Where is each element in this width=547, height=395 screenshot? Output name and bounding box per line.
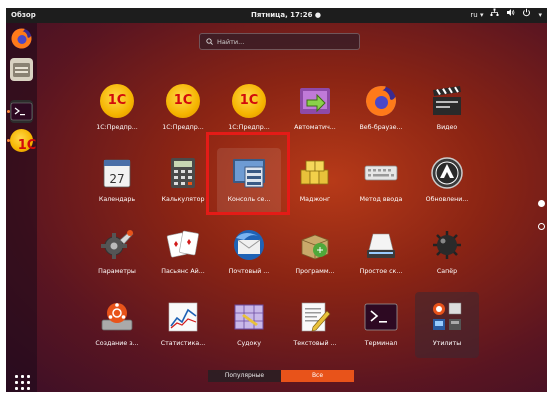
1c-icon <box>100 84 134 118</box>
app-utilities-folder[interactable]: Утилиты <box>415 292 479 358</box>
app-sudoku[interactable]: Судоку <box>217 292 281 358</box>
app-web-browser[interactable]: Веб-браузе... <box>349 76 413 142</box>
app-label: Текстовый ... <box>293 340 337 347</box>
top-bar: Обзор Пятница, 17:26 ● ru ▾ ▾ <box>6 8 547 23</box>
power-icon <box>522 8 531 23</box>
app-automation[interactable]: Автоматич... <box>283 76 347 142</box>
dock-files[interactable] <box>10 58 33 81</box>
app-label: Календарь <box>98 196 136 203</box>
automation-icon <box>300 88 330 114</box>
app-mines[interactable]: Сапёр <box>415 220 479 286</box>
app-startup-disk-creator[interactable]: Создание з... <box>85 292 149 358</box>
app-label: 1С:Предпр... <box>96 124 138 131</box>
app-label: Маджонг <box>299 196 331 203</box>
mines-icon <box>433 231 461 259</box>
running-indicator <box>7 110 10 113</box>
search-icon <box>206 38 213 45</box>
app-calendar[interactable]: 27 Календарь <box>85 148 149 214</box>
app-software[interactable]: Программ... <box>283 220 347 286</box>
app-label: 1С:Предпр... <box>228 124 270 131</box>
calendar-day: 27 <box>109 172 125 186</box>
tab-all[interactable]: Все <box>281 370 354 382</box>
app-terminal[interactable]: Терминал <box>349 292 413 358</box>
firefox-icon <box>11 28 32 49</box>
app-view-switcher: Популярные Все <box>208 370 354 382</box>
app-input-method[interactable]: Метод ввода <box>349 148 413 214</box>
dock-1c[interactable] <box>10 129 44 153</box>
app-label: Сапёр <box>436 268 458 275</box>
update-icon <box>431 157 463 189</box>
terminal-icon <box>10 102 33 121</box>
app-label: Метод ввода <box>359 196 403 203</box>
app-label: Почтовый ... <box>228 268 270 275</box>
app-label: Параметры <box>98 268 136 275</box>
search-box[interactable] <box>199 33 360 50</box>
app-1c-1[interactable]: 1С:Предпр... <box>85 76 149 142</box>
highlight-box <box>206 132 290 215</box>
app-label: Статистика... <box>160 340 206 347</box>
app-label: Видео <box>436 124 458 131</box>
desktop: Обзор Пятница, 17:26 ● ru ▾ ▾ 1С Найти..… <box>6 8 547 392</box>
app-text-editor[interactable]: Текстовый ... <box>283 292 347 358</box>
settings-icon <box>101 230 134 259</box>
tab-frequent[interactable]: Популярные <box>208 370 281 382</box>
app-label: Терминал <box>364 340 398 347</box>
app-software-updater[interactable]: Обновлени... <box>415 148 479 214</box>
dock-terminal[interactable] <box>10 100 33 123</box>
dock <box>6 23 44 392</box>
files-icon <box>13 63 30 77</box>
1c-icon <box>232 84 266 118</box>
scanner-icon <box>367 233 395 258</box>
app-label: Простое ск... <box>359 268 403 275</box>
page-indicator-active[interactable] <box>538 200 545 207</box>
keyboard-icon <box>364 165 398 181</box>
activities-button[interactable]: Обзор <box>11 8 36 23</box>
cards-icon <box>166 230 199 258</box>
clock[interactable]: Пятница, 17:26 ● <box>236 8 336 23</box>
volume-icon <box>506 8 515 23</box>
software-icon <box>301 234 329 260</box>
app-label: Судоку <box>237 340 261 347</box>
app-settings[interactable]: Параметры <box>85 220 149 286</box>
app-label: Автоматич... <box>294 124 336 131</box>
system-tray[interactable]: ru ▾ ▾ <box>470 8 542 23</box>
mahjong-icon <box>300 160 329 185</box>
show-applications-button[interactable] <box>12 372 32 392</box>
text-editor-icon <box>301 302 331 332</box>
app-label: Пасьянс Ай... <box>161 268 205 275</box>
app-mahjong[interactable]: Маджонг <box>283 148 347 214</box>
app-label: Создание з... <box>95 340 139 347</box>
firefox-icon <box>366 86 396 116</box>
statistics-icon <box>168 302 198 332</box>
1c-icon <box>166 84 200 118</box>
search-input[interactable] <box>217 37 347 46</box>
app-statistics[interactable]: Статистика... <box>151 292 215 358</box>
video-icon <box>433 86 461 115</box>
utilities-folder-icon <box>433 302 462 330</box>
running-indicator <box>7 139 10 142</box>
app-mail[interactable]: Почтовый ... <box>217 220 281 286</box>
network-icon <box>490 8 499 23</box>
mail-icon <box>234 230 264 260</box>
app-label: 1С:Предпр... <box>162 124 204 131</box>
app-simple-scan[interactable]: Простое ск... <box>349 220 413 286</box>
app-video[interactable]: Видео <box>415 76 479 142</box>
chevron-down-icon: ▾ <box>538 11 542 19</box>
app-label: Веб-браузе... <box>359 124 403 131</box>
page-indicator[interactable] <box>538 223 545 230</box>
app-label: Обновлени... <box>425 196 469 203</box>
language-indicator[interactable]: ru ▾ <box>470 8 483 23</box>
app-label: Утилиты <box>432 340 462 347</box>
usb-creator-icon <box>101 303 133 331</box>
calculator-icon <box>171 158 195 188</box>
terminal-icon <box>364 303 398 331</box>
dock-firefox[interactable] <box>10 27 33 50</box>
app-label: Программ... <box>295 268 335 275</box>
app-solitaire[interactable]: Пасьянс Ай... <box>151 220 215 286</box>
sudoku-icon <box>234 304 264 330</box>
